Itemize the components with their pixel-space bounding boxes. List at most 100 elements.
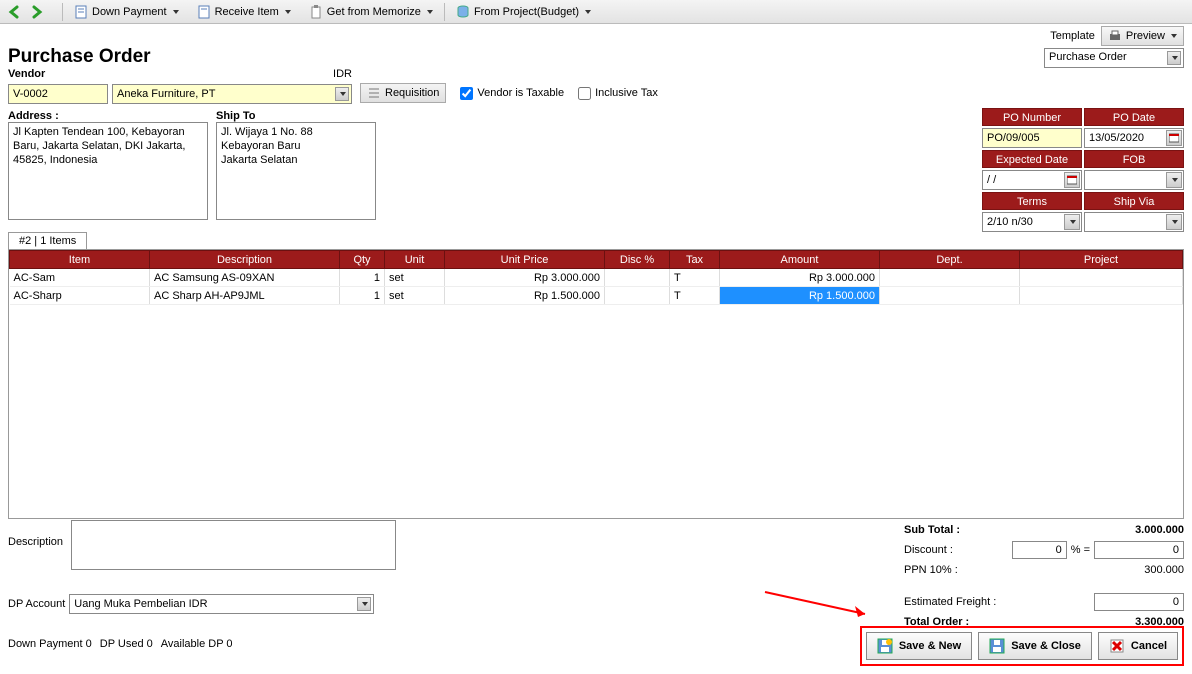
template-value: Purchase Order (1049, 51, 1127, 63)
requisition-button[interactable]: Requisition (360, 83, 446, 103)
po-date-input[interactable]: 13/05/2020 (1084, 128, 1184, 148)
shipto-textarea[interactable]: Jl. Wijaya 1 No. 88 Kebayoran Baru Jakar… (216, 122, 376, 220)
col-tax[interactable]: Tax (670, 251, 720, 269)
cell-tax[interactable]: T (670, 269, 720, 287)
cancel-icon (1109, 638, 1125, 654)
cell-uprice[interactable]: Rp 3.000.000 (445, 269, 605, 287)
inclusive-tax-input[interactable] (578, 87, 591, 100)
col-disc[interactable]: Disc % (605, 251, 670, 269)
nav-forward-button[interactable] (28, 3, 46, 21)
list-icon (367, 86, 381, 100)
cell-unit[interactable]: set (385, 269, 445, 287)
save-new-label: Save & New (899, 640, 961, 652)
table-row[interactable]: AC-SharpAC Sharp AH-AP9JML1setRp 1.500.0… (10, 287, 1183, 305)
totals-panel: Sub Total :3.000.000 Discount : % = PPN … (904, 520, 1184, 632)
template-select[interactable]: Purchase Order (1044, 48, 1184, 68)
preview-label: Preview (1126, 30, 1165, 42)
pct-equals: % = (1071, 544, 1090, 556)
cell-disc[interactable] (605, 287, 670, 305)
cell-uprice[interactable]: Rp 1.500.000 (445, 287, 605, 305)
nav-back-button[interactable] (6, 3, 24, 21)
cell-amount[interactable]: Rp 3.000.000 (720, 269, 880, 287)
receive-item-button[interactable]: Receive Item (190, 2, 298, 22)
cell-dept[interactable] (880, 287, 1020, 305)
dropdown-icon (427, 10, 433, 14)
dp-account-select[interactable]: Uang Muka Pembelian IDR (69, 594, 374, 614)
items-table[interactable]: Item Description Qty Unit Unit Price Dis… (9, 250, 1183, 305)
cell-desc[interactable]: AC Sharp AH-AP9JML (150, 287, 340, 305)
cell-tax[interactable]: T (670, 287, 720, 305)
items-tab-label: #2 | 1 Items (19, 235, 76, 247)
cell-amount[interactable]: Rp 1.500.000 (720, 287, 880, 305)
dp-account-value: Uang Muka Pembelian IDR (74, 598, 207, 610)
cell-item[interactable]: AC-Sharp (10, 287, 150, 305)
vendor-code-input[interactable]: V-0002 (8, 84, 108, 104)
col-qty[interactable]: Qty (340, 251, 385, 269)
discount-amt-input[interactable] (1094, 541, 1184, 559)
subtotal-label: Sub Total : (904, 524, 960, 536)
inclusive-tax-checkbox[interactable]: Inclusive Tax (578, 87, 658, 100)
dropdown-icon (285, 10, 291, 14)
down-payment-label: Down Payment (92, 6, 167, 18)
calendar-icon[interactable] (1064, 172, 1080, 188)
description-textarea[interactable] (71, 520, 396, 570)
cell-item[interactable]: AC-Sam (10, 269, 150, 287)
expected-date-value: / / (987, 174, 996, 186)
cell-disc[interactable] (605, 269, 670, 287)
document-icon (197, 5, 211, 19)
cell-project[interactable] (1020, 287, 1183, 305)
from-project-button[interactable]: From Project(Budget) (449, 2, 598, 22)
shipvia-select[interactable] (1084, 212, 1184, 232)
col-uprice[interactable]: Unit Price (445, 251, 605, 269)
preview-button[interactable]: Preview (1101, 26, 1184, 46)
page-title: Purchase Order (8, 46, 151, 68)
col-unit[interactable]: Unit (385, 251, 445, 269)
ppn-value: 300.000 (1084, 564, 1184, 576)
col-project[interactable]: Project (1020, 251, 1183, 269)
cell-project[interactable] (1020, 269, 1183, 287)
vendor-taxable-input[interactable] (460, 87, 473, 100)
col-desc[interactable]: Description (150, 251, 340, 269)
po-number-input[interactable]: PO/09/005 (982, 128, 1082, 148)
cell-qty[interactable]: 1 (340, 269, 385, 287)
currency-label: IDR (333, 68, 352, 80)
chevron-down-icon[interactable] (1166, 214, 1182, 230)
fob-select[interactable] (1084, 170, 1184, 190)
discount-pct-input[interactable] (1012, 541, 1067, 559)
cell-qty[interactable]: 1 (340, 287, 385, 305)
down-payment-button[interactable]: Down Payment (67, 2, 186, 22)
chevron-down-icon[interactable] (1064, 214, 1080, 230)
vendor-taxable-checkbox[interactable]: Vendor is Taxable (460, 87, 564, 100)
chevron-down-icon (357, 597, 371, 611)
terms-header: Terms (982, 192, 1082, 210)
address-textarea[interactable]: Jl Kapten Tendean 100, Kebayoran Baru, J… (8, 122, 208, 220)
col-amount[interactable]: Amount (720, 251, 880, 269)
chevron-down-icon[interactable] (1166, 172, 1182, 188)
col-dept[interactable]: Dept. (880, 251, 1020, 269)
description-label: Description (8, 536, 63, 548)
vendor-name-select[interactable]: Aneka Furniture, PT (112, 84, 352, 104)
freight-input[interactable] (1094, 593, 1184, 611)
vendor-code-value: V-0002 (13, 88, 48, 100)
save-new-button[interactable]: Save & New (866, 632, 972, 660)
cell-dept[interactable] (880, 269, 1020, 287)
cancel-button[interactable]: Cancel (1098, 632, 1178, 660)
cell-desc[interactable]: AC Samsung AS-09XAN (150, 269, 340, 287)
expected-date-input[interactable]: / / (982, 170, 1082, 190)
save-close-button[interactable]: Save & Close (978, 632, 1092, 660)
terms-select[interactable]: 2/10 n/30 (982, 212, 1082, 232)
items-tab[interactable]: #2 | 1 Items (8, 232, 87, 249)
address-text: Jl Kapten Tendean 100, Kebayoran Baru, J… (13, 126, 185, 166)
cell-unit[interactable]: set (385, 287, 445, 305)
po-date-value: 13/05/2020 (1089, 132, 1144, 144)
save-close-label: Save & Close (1011, 640, 1081, 652)
get-memorize-button[interactable]: Get from Memorize (302, 2, 440, 22)
vendor-name-value: Aneka Furniture, PT (117, 88, 215, 100)
shipto-label: Ship To (216, 110, 376, 122)
save-icon (877, 638, 893, 654)
table-row[interactable]: AC-SamAC Samsung AS-09XAN1setRp 3.000.00… (10, 269, 1183, 287)
database-icon (456, 5, 470, 19)
calendar-icon[interactable] (1166, 130, 1182, 146)
col-item[interactable]: Item (10, 251, 150, 269)
clipboard-icon (309, 5, 323, 19)
